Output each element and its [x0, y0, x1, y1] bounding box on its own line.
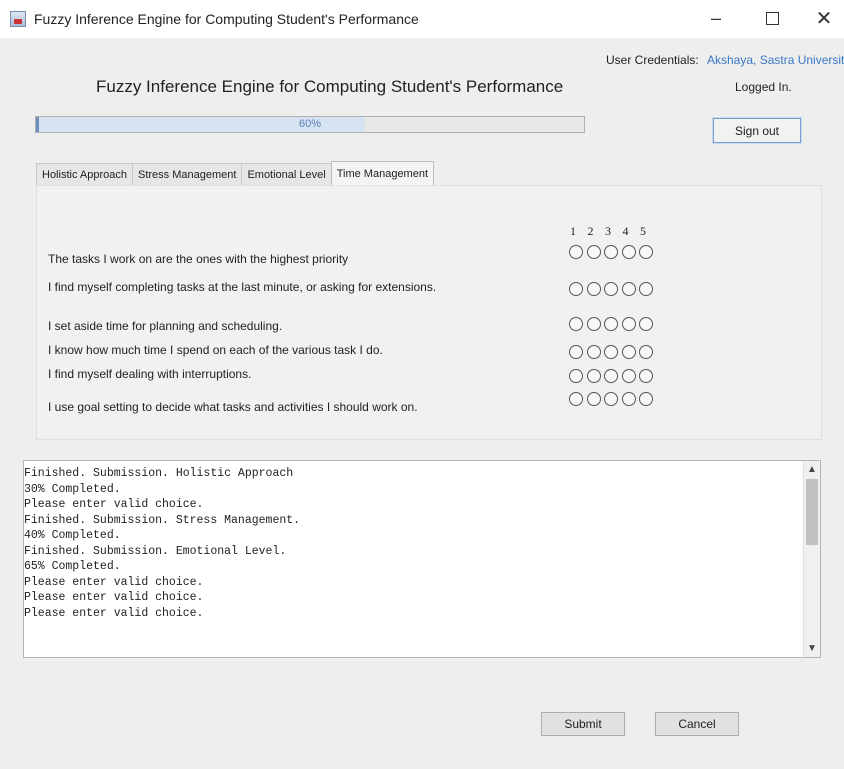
tab-strip: Holistic Approach Stress Management Emot… — [36, 161, 435, 185]
progress-label: 60% — [298, 118, 322, 130]
window-title: Fuzzy Inference Engine for Computing Stu… — [34, 11, 419, 27]
rating-radio-2[interactable] — [586, 282, 601, 296]
maximize-icon — [765, 11, 779, 25]
question-row: I know how much time I spend on each of … — [37, 343, 823, 365]
page-heading: Fuzzy Inference Engine for Computing Stu… — [96, 77, 564, 96]
rating-group — [569, 245, 657, 259]
rating-radio-2[interactable] — [586, 345, 601, 359]
question-row: I find myself completing tasks at the la… — [37, 280, 823, 302]
rating-radio-5[interactable] — [639, 345, 653, 359]
java-app-icon — [10, 11, 26, 27]
question-text: The tasks I work on are the ones with th… — [48, 252, 349, 266]
rating-radio-5[interactable] — [639, 282, 653, 296]
submit-button[interactable]: Submit — [541, 712, 625, 736]
rating-radio-3[interactable] — [604, 245, 618, 259]
log-line: 30% Completed. — [24, 482, 121, 496]
rating-group — [569, 317, 657, 331]
question-text: I find myself completing tasks at the la… — [48, 280, 437, 294]
login-status: Logged In. — [735, 80, 792, 94]
rating-radio-4[interactable] — [621, 392, 636, 406]
rating-radio-2[interactable] — [586, 392, 601, 406]
rating-radio-5[interactable] — [639, 369, 653, 383]
rating-radio-4[interactable] — [621, 245, 636, 259]
scroll-thumb[interactable] — [806, 479, 818, 545]
cancel-button[interactable]: Cancel — [655, 712, 739, 736]
question-text: I set aside time for planning and schedu… — [48, 319, 283, 333]
tab-time-management[interactable]: Time Management — [330, 161, 435, 185]
log-scrollbar[interactable]: ▲ ▼ — [803, 461, 820, 657]
tab-emotional-level[interactable]: Emotional Level — [241, 163, 332, 185]
scale-label-4: 4 — [622, 224, 629, 238]
tab-stress-management[interactable]: Stress Management — [132, 163, 243, 185]
question-text: I find myself dealing with interruptions… — [48, 367, 252, 381]
rating-radio-5[interactable] — [639, 245, 653, 259]
log-text: Finished. Submission. Holistic Approach … — [24, 466, 789, 621]
log-line: Please enter valid choice. — [24, 575, 204, 589]
rating-radio-4[interactable] — [621, 282, 636, 296]
main-window-content: User Credentials: Akshaya, Sastra Univer… — [0, 38, 844, 769]
log-line: Please enter valid choice. — [24, 606, 204, 620]
scale-label-2: 2 — [587, 224, 594, 238]
rating-radio-1[interactable] — [569, 345, 583, 359]
log-line: 65% Completed. — [24, 560, 121, 573]
rating-radio-2[interactable] — [586, 369, 601, 383]
log-line: Finished. Submission. Emotional Level. — [24, 544, 287, 558]
credentials-value: Akshaya, Sastra University — [707, 53, 844, 67]
credentials-label: User Credentials: — [606, 53, 699, 67]
rating-radio-3[interactable] — [604, 345, 618, 359]
rating-radio-1[interactable] — [569, 245, 583, 259]
question-text: I know how much time I spend on each of … — [48, 343, 383, 357]
rating-group — [569, 282, 657, 296]
rating-radio-1[interactable] — [569, 392, 583, 406]
question-row: I find myself dealing with interruptions… — [37, 367, 823, 389]
question-row: I set aside time for planning and schedu… — [37, 317, 823, 337]
scale-label-5: 5 — [640, 224, 646, 238]
time-management-panel: 1 2 3 4 5 The tasks I work on are the on… — [36, 185, 822, 440]
sign-out-button[interactable]: Sign out — [712, 117, 802, 144]
scale-label-3: 3 — [605, 224, 611, 238]
scroll-up-arrow-icon[interactable]: ▲ — [804, 461, 820, 478]
question-text: I use goal setting to decide what tasks … — [48, 400, 418, 414]
rating-radio-2[interactable] — [586, 317, 601, 331]
rating-radio-4[interactable] — [621, 345, 636, 359]
question-row: The tasks I work on are the ones with th… — [37, 245, 823, 266]
minimize-button[interactable]: – — [696, 4, 736, 32]
log-line: 40% Completed. — [24, 529, 121, 542]
rating-scale-header: 1 2 3 4 5 — [570, 224, 658, 239]
progress-bar: 60% — [35, 116, 585, 133]
tab-holistic-approach[interactable]: Holistic Approach — [36, 163, 133, 185]
log-line: Finished. Submission. Stress Management. — [24, 513, 301, 527]
question-row: I use goal setting to decide what tasks … — [37, 392, 823, 414]
rating-radio-1[interactable] — [569, 369, 583, 383]
output-log[interactable]: Finished. Submission. Holistic Approach … — [23, 460, 821, 658]
scale-label-1: 1 — [570, 224, 576, 238]
rating-group — [569, 392, 657, 406]
rating-radio-3[interactable] — [604, 282, 618, 296]
title-bar: Fuzzy Inference Engine for Computing Stu… — [0, 0, 844, 38]
rating-radio-1[interactable] — [569, 282, 583, 296]
rating-radio-4[interactable] — [621, 317, 636, 331]
rating-radio-3[interactable] — [604, 317, 618, 331]
rating-radio-1[interactable] — [569, 317, 583, 331]
maximize-button[interactable] — [752, 4, 792, 32]
scroll-down-arrow-icon[interactable]: ▼ — [804, 640, 820, 657]
log-line: Finished. Submission. Holistic Approach — [24, 467, 294, 480]
log-line: Please enter valid choice. — [24, 591, 204, 604]
rating-radio-4[interactable] — [621, 369, 636, 383]
rating-radio-2[interactable] — [586, 245, 601, 259]
rating-radio-5[interactable] — [639, 317, 653, 331]
close-button[interactable]: ✕ — [804, 4, 844, 32]
rating-radio-5[interactable] — [639, 392, 653, 406]
rating-radio-3[interactable] — [604, 392, 618, 406]
rating-radio-3[interactable] — [604, 369, 618, 383]
log-line: Please enter valid choice. — [24, 498, 204, 511]
rating-group — [569, 345, 657, 359]
rating-group — [569, 369, 657, 383]
